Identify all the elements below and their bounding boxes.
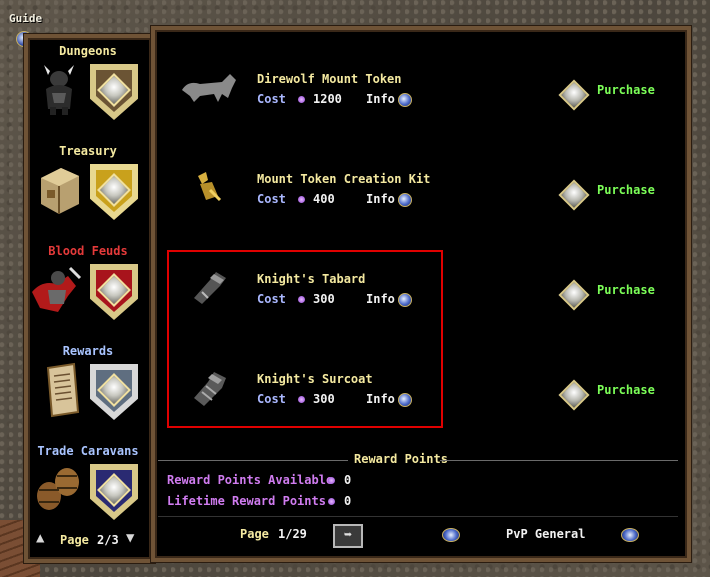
lifetime-reward-points-value: 0 bbox=[344, 494, 352, 508]
cost-value: 1200 bbox=[313, 92, 342, 106]
next-page-button[interactable]: ➥ bbox=[333, 524, 363, 548]
divider bbox=[158, 460, 348, 461]
reward-points-available-label: Reward Points Available bbox=[167, 473, 334, 487]
purchase-button[interactable]: Purchase bbox=[597, 83, 655, 97]
point-icon bbox=[298, 96, 305, 103]
purchase-button[interactable]: Purchase bbox=[597, 283, 655, 297]
info-gem-icon[interactable] bbox=[398, 93, 412, 107]
lifetime-reward-points-label: Lifetime Reward Points bbox=[167, 494, 326, 508]
reward-points-title: Reward Points bbox=[354, 452, 448, 466]
item-name: Mount Token Creation Kit bbox=[257, 172, 431, 186]
category-label-trade-caravans: Trade Caravans bbox=[37, 444, 139, 458]
footer-page-value: 1/29 bbox=[278, 527, 307, 541]
info-gem-icon[interactable] bbox=[398, 193, 412, 207]
sidebar-page-label: Page bbox=[60, 533, 89, 547]
creation-kit-icon bbox=[192, 170, 224, 208]
treasury-chest-icon bbox=[37, 164, 81, 216]
info-label: Info bbox=[366, 92, 395, 106]
category-label-dungeons: Dungeons bbox=[59, 44, 117, 58]
highlight-box bbox=[167, 250, 443, 428]
trade-caravans-barrels-icon bbox=[33, 462, 85, 514]
point-icon bbox=[328, 498, 335, 505]
dungeons-minotaur-icon bbox=[38, 63, 82, 115]
footer-bar bbox=[158, 516, 678, 553]
point-icon bbox=[298, 196, 305, 203]
page-down-arrow-icon[interactable]: ▼ bbox=[126, 530, 134, 546]
blood-feuds-warrior-icon bbox=[28, 262, 84, 314]
cost-label: Cost bbox=[257, 192, 286, 206]
next-category-gem-icon[interactable] bbox=[621, 528, 639, 542]
page-up-arrow-icon[interactable]: ▲ bbox=[36, 530, 44, 546]
direwolf-icon bbox=[178, 70, 240, 110]
category-label-rewards: Rewards bbox=[62, 344, 114, 358]
purchase-button[interactable]: Purchase bbox=[597, 383, 655, 397]
footer-page-label: Page bbox=[240, 527, 269, 541]
item-name: Direwolf Mount Token bbox=[257, 72, 402, 86]
prev-category-gem-icon[interactable] bbox=[442, 528, 460, 542]
divider bbox=[440, 460, 678, 461]
cost-label: Cost bbox=[257, 92, 286, 106]
info-label: Info bbox=[366, 192, 395, 206]
category-label-treasury: Treasury bbox=[59, 144, 117, 158]
category-label-blood-feuds: Blood Feuds bbox=[48, 244, 128, 258]
sidebar-page-value: 2/3 bbox=[97, 533, 119, 547]
point-icon bbox=[328, 477, 335, 484]
category-name: PvP General bbox=[506, 527, 586, 541]
reward-points-available-value: 0 bbox=[344, 473, 352, 487]
cost-value: 400 bbox=[313, 192, 335, 206]
purchase-button[interactable]: Purchase bbox=[597, 183, 655, 197]
guide-label[interactable]: Guide bbox=[9, 12, 42, 25]
rewards-scroll-icon bbox=[40, 362, 84, 418]
